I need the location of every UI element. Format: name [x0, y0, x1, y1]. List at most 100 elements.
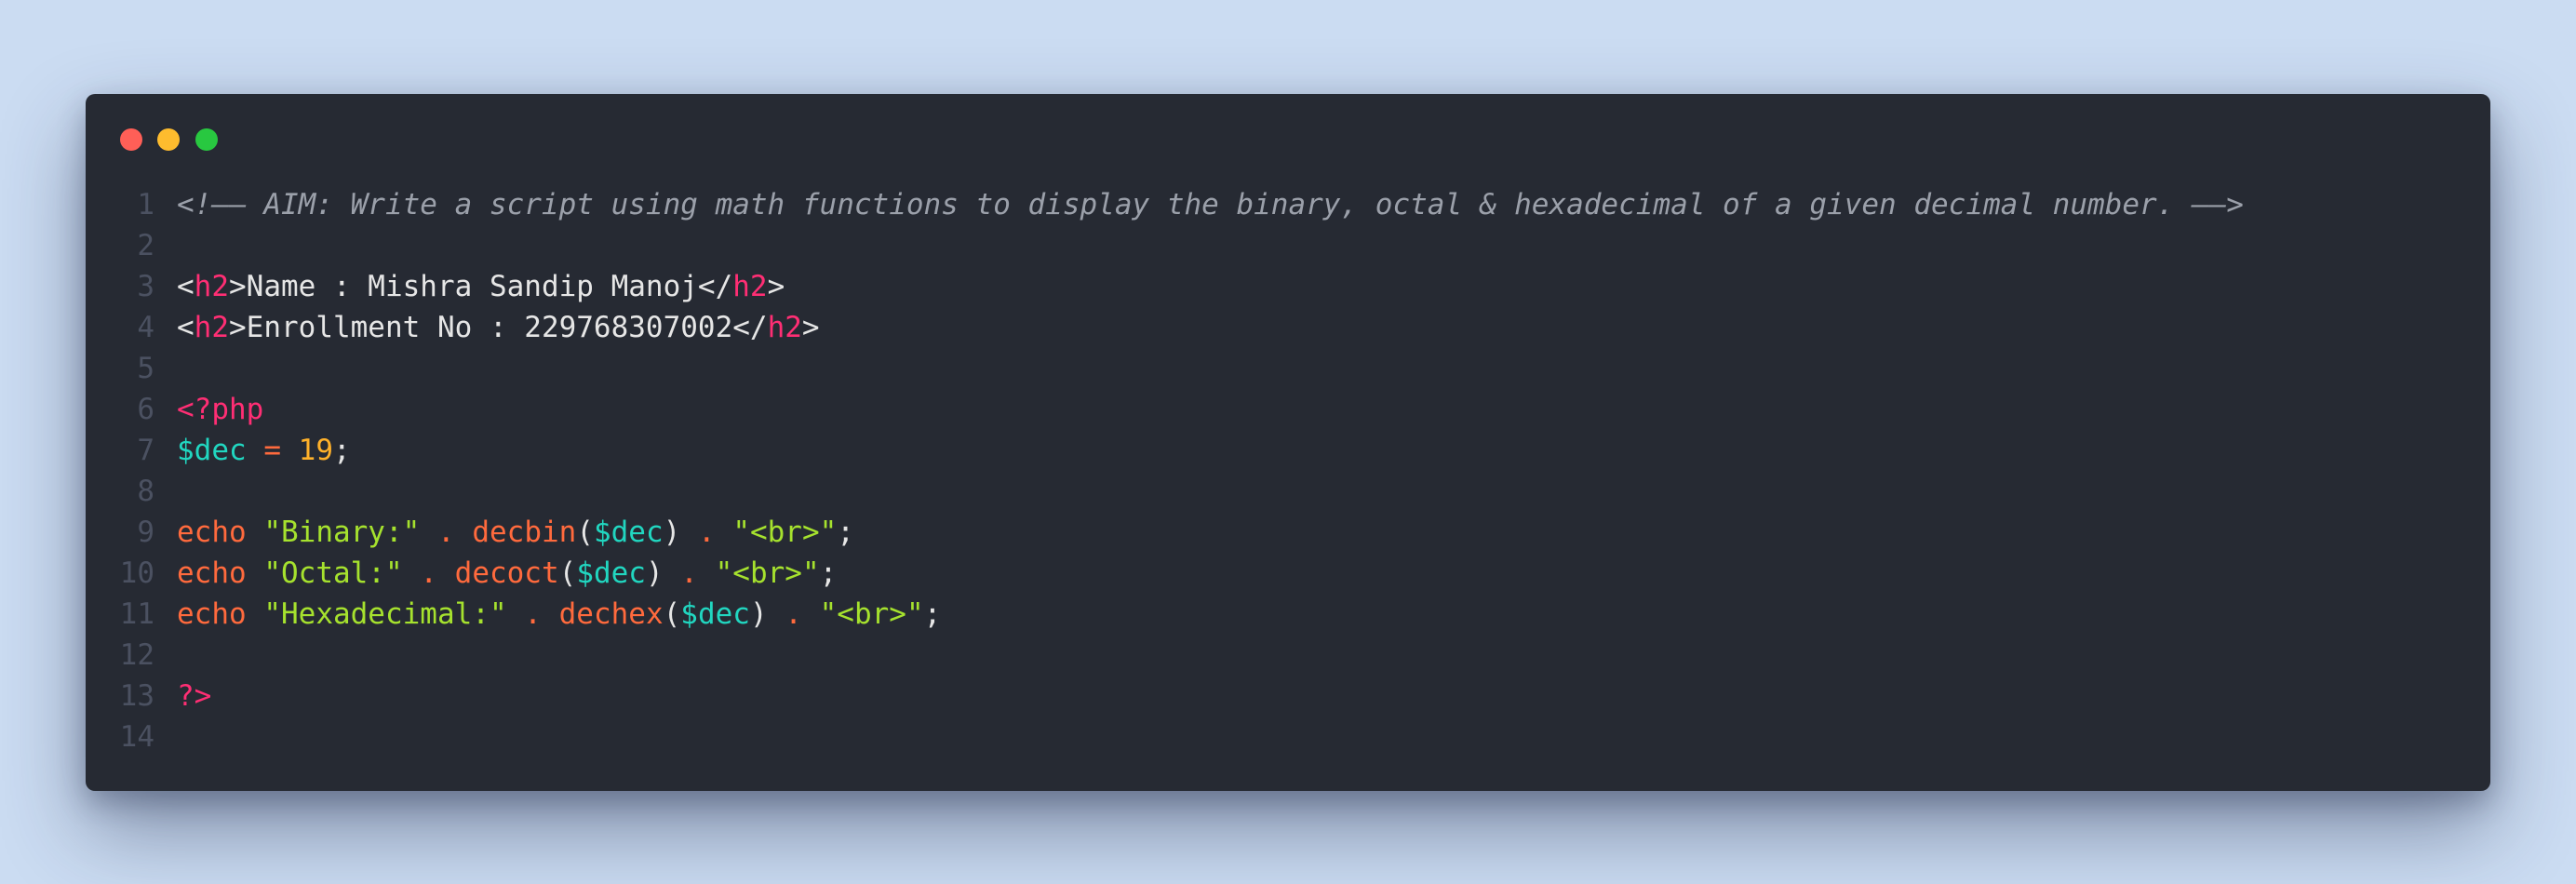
code-text: <h2>Name : Mishra Sandip Manoj</h2>: [177, 266, 785, 307]
code-token-kw: echo: [177, 516, 247, 549]
code-text: <h2>Enrollment No : 229768307002</h2>: [177, 307, 820, 348]
code-line: 14: [86, 717, 2490, 757]
code-token-plain: ): [645, 556, 681, 590]
code-token-fn: decbin: [472, 516, 577, 549]
code-token-plain: >Enrollment No : 229768307002</: [229, 311, 768, 344]
code-line: 2: [86, 225, 2490, 266]
code-line: 7 $dec = 19;: [86, 430, 2490, 471]
code-token-plain: (: [576, 516, 594, 549]
code-token-var: $dec: [576, 556, 646, 590]
code-token-str: "Binary:": [263, 516, 421, 549]
minimize-window-dot[interactable]: [157, 128, 180, 151]
code-token-plain: <: [177, 311, 195, 344]
code-token-php: ?>: [177, 679, 212, 713]
code-token-plain: (: [558, 556, 577, 590]
code-token-str: "<br>": [732, 516, 838, 549]
code-token-str: "Hexadecimal:": [263, 597, 507, 631]
line-number: 2: [137, 229, 154, 262]
line-number: 11: [119, 597, 154, 631]
code-token-fn: dechex: [558, 597, 664, 631]
code-line: 10 echo "Octal:" . decoct($dec) . "<br>";: [86, 553, 2490, 594]
code-line: 1 <!—— AIM: Write a script using math fun…: [86, 184, 2490, 225]
code-text: <?php: [177, 389, 263, 430]
code-text: <!—— AIM: Write a script using math func…: [177, 184, 2244, 225]
code-token-tag: h2: [732, 270, 768, 303]
code-token-plain: ;: [333, 434, 351, 467]
code-token-plain: >: [767, 270, 785, 303]
code-text: $dec = 19;: [177, 430, 351, 471]
code-token-php: <?php: [177, 393, 264, 426]
code-token-plain: <: [177, 270, 195, 303]
code-token-str: "<br>": [819, 597, 924, 631]
line-number: 14: [119, 720, 154, 754]
code-token-num: 19: [298, 434, 333, 467]
code-token-str: "Octal:": [263, 556, 403, 590]
line-number: 4: [137, 311, 154, 344]
line-number: 6: [137, 393, 154, 426]
close-window-dot[interactable]: [120, 128, 142, 151]
code-line: 13 ?>: [86, 676, 2490, 717]
code-token-op: .: [785, 597, 802, 631]
code-line: 8: [86, 471, 2490, 512]
code-token-plain: >: [801, 311, 820, 344]
code-line: 11 echo "Hexadecimal:" . dechex($dec) . "…: [86, 594, 2490, 635]
code-text: echo "Octal:" . decoct($dec) . "<br>";: [177, 553, 837, 594]
code-token-tag: h2: [767, 311, 802, 344]
code-token-var: $dec: [593, 516, 664, 549]
code-token-fn: decoct: [454, 556, 559, 590]
code-token-op: .: [420, 556, 437, 590]
line-number: 1: [137, 188, 154, 221]
code-token-plain: >Name : Mishra Sandip Manoj</: [229, 270, 733, 303]
code-token-kw: echo: [177, 556, 247, 590]
code-line: 3 <h2>Name : Mishra Sandip Manoj</h2>: [86, 266, 2490, 307]
code-token-op: .: [697, 516, 716, 549]
code-line: 9 echo "Binary:" . decbin($dec) . "<br>";: [86, 512, 2490, 553]
code-token-kw: echo: [177, 597, 247, 631]
code-block: 1 <!—— AIM: Write a script using math fun…: [86, 184, 2490, 757]
code-token-tag: h2: [194, 270, 229, 303]
code-text: echo "Binary:" . decbin($dec) . "<br>";: [177, 512, 854, 553]
code-token-plain: ;: [923, 597, 942, 631]
line-number: 8: [137, 475, 154, 508]
code-token-op: .: [524, 597, 542, 631]
code-token-comment: <!—— AIM: Write a script using math func…: [177, 188, 2244, 221]
code-token-plain: ;: [819, 556, 838, 590]
code-line: 6 <?php: [86, 389, 2490, 430]
code-token-var: $dec: [177, 434, 247, 467]
code-line: 12: [86, 635, 2490, 676]
code-token-var: $dec: [680, 597, 750, 631]
code-token-op: =: [263, 434, 281, 467]
code-window: 1 <!—— AIM: Write a script using math fun…: [86, 94, 2490, 791]
code-token-plain: ): [749, 597, 785, 631]
code-token-op: .: [436, 516, 455, 549]
code-token-plain: ;: [837, 516, 854, 549]
line-number: 3: [137, 270, 154, 303]
line-number: 12: [119, 638, 154, 672]
code-token-op: .: [680, 556, 698, 590]
line-number: 10: [119, 556, 154, 590]
maximize-window-dot[interactable]: [195, 128, 218, 151]
line-number: 13: [119, 679, 154, 713]
code-token-plain: ): [663, 516, 698, 549]
code-token-plain: (: [663, 597, 681, 631]
code-text: ?>: [177, 676, 211, 717]
code-token-str: "<br>": [715, 556, 820, 590]
line-number: 5: [137, 352, 154, 385]
line-number: 9: [137, 516, 154, 549]
code-text: echo "Hexadecimal:" . dechex($dec) . "<b…: [177, 594, 941, 635]
code-token-tag: h2: [194, 311, 229, 344]
code-line: 4 <h2>Enrollment No : 229768307002</h2>: [86, 307, 2490, 348]
